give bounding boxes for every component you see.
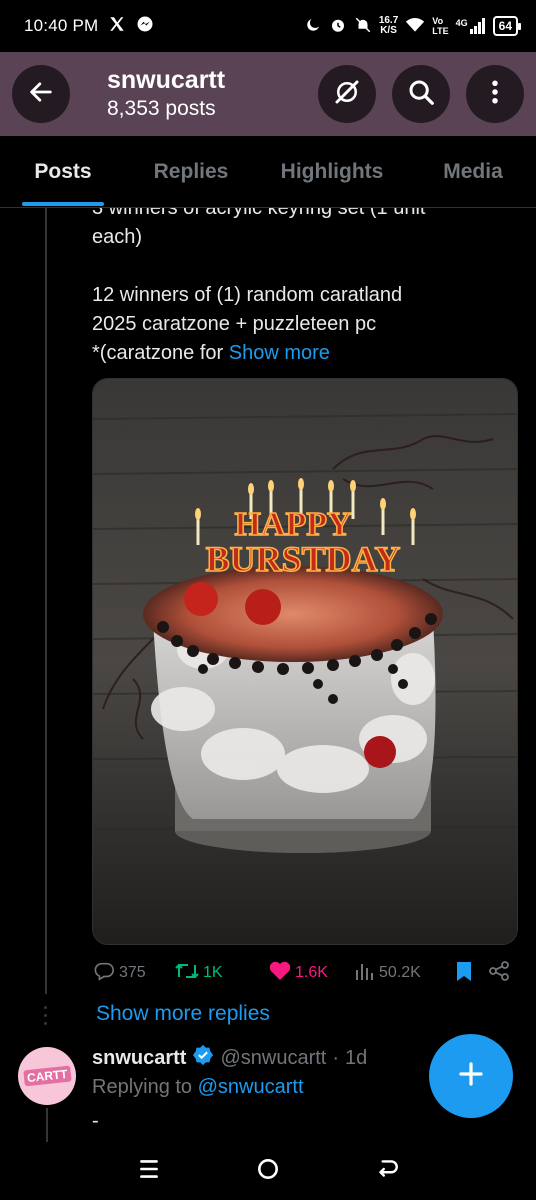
cake-topper-line2: BURSTDAY: [206, 539, 401, 579]
cake-topper-line1: HAPPY: [234, 506, 351, 543]
tweet-line-last: *(caratzone for Show more: [92, 339, 512, 368]
bookmark-button[interactable]: [454, 960, 484, 987]
reply-separator: ·: [332, 1046, 340, 1069]
mute-bell-icon: [354, 16, 372, 37]
show-more-replies-link[interactable]: Show more replies: [96, 1002, 270, 1026]
network-speed: 16.7 K/S: [379, 16, 398, 36]
tab-replies[interactable]: Replies: [151, 136, 231, 208]
profile-header: snwucartt 8,353 posts: [0, 52, 536, 136]
volte-bottom: LTE: [432, 26, 449, 36]
search-button[interactable]: [392, 65, 450, 123]
share-button[interactable]: [488, 960, 518, 987]
back-arrow-icon: [27, 78, 55, 111]
thread-ellipsis: [44, 1006, 48, 1030]
reply-thread-line: [46, 1108, 48, 1142]
show-more-link[interactable]: Show more: [229, 342, 330, 364]
tab-highlights[interactable]: Highlights: [277, 136, 387, 208]
cake-photo: HAPPY BURSTDAY: [93, 379, 517, 944]
avatar-text: CARTT: [22, 1065, 72, 1087]
tab-posts[interactable]: Posts: [22, 136, 104, 208]
compose-button[interactable]: [429, 1034, 513, 1118]
volte-indicator: Vo LTE: [432, 16, 448, 36]
reply-button[interactable]: 375: [92, 960, 174, 987]
header-titles: snwucartt 8,353 posts: [107, 65, 225, 123]
back-button[interactable]: [12, 65, 70, 123]
comment-icon: [92, 960, 116, 987]
replying-to: Replying to @snwucartt: [92, 1076, 304, 1099]
plus-icon: [456, 1059, 486, 1094]
verified-badge-icon: [192, 1044, 214, 1072]
signal-icon: 4G: [456, 18, 486, 34]
more-vertical-icon: [480, 77, 510, 112]
back-nav-button[interactable]: [374, 1156, 400, 1187]
wifi-icon: [405, 16, 425, 37]
search-icon: [406, 77, 436, 112]
speed-unit: K/S: [380, 25, 397, 36]
repost-count: 1K: [203, 964, 223, 981]
x-logo-icon: [108, 15, 126, 38]
more-button[interactable]: [466, 65, 524, 123]
status-time: 10:40 PM: [24, 16, 99, 35]
messenger-icon: [136, 15, 154, 38]
system-nav-bar: [0, 1142, 536, 1200]
avatar[interactable]: CARTT: [18, 1047, 76, 1105]
alarm-icon: [329, 16, 347, 37]
views-chart-icon: [354, 960, 376, 987]
reply-body: -: [92, 1110, 99, 1132]
home-button[interactable]: [255, 1156, 281, 1187]
reply-author-name[interactable]: snwucartt: [92, 1047, 186, 1070]
battery-indicator: 64: [492, 16, 522, 36]
reply-header: snwucartt @snwucartt · 1d: [92, 1044, 367, 1072]
repost-icon: [174, 960, 200, 987]
tweet-line: 2025 caratzone + puzzleteen pc: [92, 313, 377, 335]
tweet-line-each: each): [92, 226, 143, 248]
views-count: 50.2K: [379, 964, 421, 981]
repost-button[interactable]: 1K: [174, 960, 268, 987]
tweet-actions: 375 1K 1.6K 50.2K: [92, 958, 518, 988]
heart-icon: [268, 960, 292, 987]
post-count: 8,353 posts: [107, 97, 216, 120]
volte-top: Vo: [432, 16, 444, 26]
like-button[interactable]: 1.6K: [268, 960, 354, 987]
header-actions: [318, 65, 524, 123]
profile-name: snwucartt: [107, 66, 226, 94]
tweet-line-partial: 3 winners of acrylic keyring set (1 unit: [92, 208, 426, 219]
grok-icon: [332, 77, 362, 112]
views-button[interactable]: 50.2K: [354, 960, 454, 987]
tab-media[interactable]: Media: [439, 136, 507, 208]
moon-icon: [304, 16, 322, 37]
status-bar: 10:40 PM 16.7 K/S Vo LTE 4G 64: [0, 0, 536, 52]
like-count: 1.6K: [295, 964, 328, 981]
replying-prefix: Replying to: [92, 1076, 198, 1098]
reply-author-handle: @snwucartt: [220, 1046, 327, 1069]
recent-apps-button[interactable]: [136, 1156, 162, 1187]
reply-count: 375: [119, 964, 146, 981]
reply-time: 1d: [345, 1046, 368, 1069]
grok-button[interactable]: [318, 65, 376, 123]
tweet-body: 3 winners of acrylic keyring set (1 unit…: [92, 208, 512, 368]
share-icon: [488, 960, 510, 987]
tweet-text-clip: 3 winners of acrylic keyring set (1 unit…: [0, 208, 536, 378]
tweet-line-text: *(caratzone for: [92, 342, 229, 364]
bookmark-icon: [454, 960, 474, 987]
network-generation: 4G: [455, 18, 468, 28]
profile-tabs: Posts Replies Highlights Media: [0, 136, 536, 208]
replying-to-handle[interactable]: @snwucartt: [198, 1076, 304, 1098]
tweet-line: 12 winners of (1) random caratland: [92, 284, 403, 306]
tweet-image[interactable]: HAPPY BURSTDAY: [92, 378, 518, 945]
